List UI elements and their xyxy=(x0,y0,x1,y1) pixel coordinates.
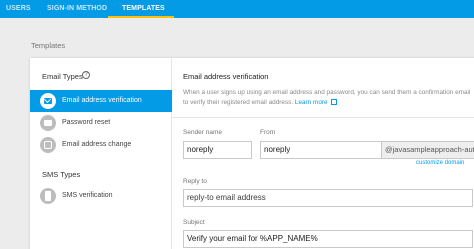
subject-label: Subject xyxy=(183,219,205,226)
templates-card: Email Types ? Email address verification… xyxy=(30,58,474,249)
from-domain: @javasampleapproach-auth.fi xyxy=(382,141,474,159)
section-divider xyxy=(172,117,474,118)
learn-more-link[interactable]: Learn more xyxy=(295,99,328,106)
sender-name-input[interactable]: noreply xyxy=(183,141,252,159)
template-description: When a user signs up using an email addr… xyxy=(183,88,473,107)
from-input[interactable]: noreply xyxy=(260,141,382,159)
sidebar-item-email-change[interactable]: Email address change xyxy=(30,134,172,156)
subject-input[interactable]: Verify your email for %APP_NAME% xyxy=(183,230,473,248)
key-icon xyxy=(40,115,56,131)
template-type-list: Email Types ? Email address verification… xyxy=(30,58,172,249)
sidebar-item-label: Email address change xyxy=(62,141,132,148)
email-change-icon xyxy=(40,137,56,153)
page-title: Templates xyxy=(31,41,66,50)
sidebar-item-sms-verification[interactable]: SMS verification xyxy=(30,185,172,207)
sidebar-item-password-reset[interactable]: Password reset xyxy=(30,112,172,134)
customize-domain-link[interactable]: customize domain xyxy=(416,160,464,166)
top-tab-bar: USERS SIGN-IN METHOD TEMPLATES xyxy=(0,0,474,18)
external-link-icon[interactable] xyxy=(330,98,337,105)
sidebar-item-label: SMS verification xyxy=(62,192,113,199)
reply-to-label: Reply to xyxy=(183,178,207,185)
active-tab-indicator xyxy=(108,16,174,18)
sender-name-label: Sender name xyxy=(183,129,223,136)
reply-to-input[interactable]: reply-to email address xyxy=(183,189,473,207)
tab-users[interactable]: USERS xyxy=(6,0,31,18)
template-editor: Email address verification When a user s… xyxy=(172,58,474,249)
template-title: Email address verification xyxy=(183,72,269,81)
sms-types-heading: SMS Types xyxy=(42,170,81,179)
sidebar-item-label: Password reset xyxy=(62,119,111,126)
envelope-icon xyxy=(40,93,56,109)
phone-icon xyxy=(40,188,56,204)
email-types-heading: Email Types xyxy=(42,72,83,81)
tab-sign-in-method[interactable]: SIGN-IN METHOD xyxy=(47,0,107,18)
help-icon[interactable]: ? xyxy=(82,71,90,79)
from-label: From xyxy=(260,129,276,136)
sidebar-item-email-verification[interactable]: Email address verification xyxy=(30,90,172,112)
sidebar-item-label: Email address verification xyxy=(62,97,142,104)
